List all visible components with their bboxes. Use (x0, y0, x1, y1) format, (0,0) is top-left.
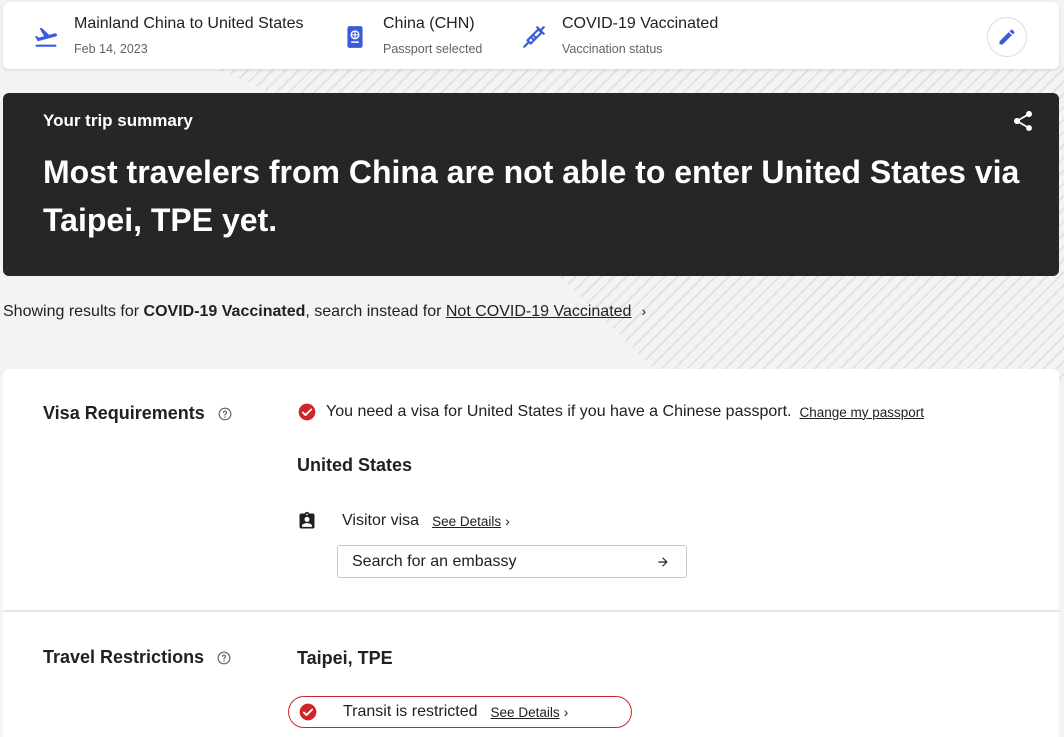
chevron-right-icon: › (641, 303, 647, 319)
chevron-right-icon: › (505, 513, 510, 529)
visitor-visa-row: Visitor visa See Details › (297, 510, 510, 532)
visa-alert: You need a visa for United States if you… (297, 402, 924, 422)
clipboard-person-icon (299, 511, 315, 529)
help-icon[interactable] (217, 651, 231, 665)
trip-info-bar: Mainland China to United States Feb 14, … (3, 2, 1059, 69)
embassy-search-field[interactable]: Search for an embassy (337, 545, 687, 578)
check-circle-icon (299, 703, 317, 721)
passport-subtitle: Passport selected (383, 42, 483, 56)
trip-summary-panel: Your trip summary Most travelers from Ch… (3, 93, 1059, 276)
transit-airport: Taipei, TPE (297, 648, 393, 668)
results-prefix: Showing results for (3, 303, 144, 320)
requirements-card: Visa Requirements You need a visa for Un… (3, 369, 1059, 737)
destination-country: United States (297, 455, 413, 475)
change-passport-link[interactable]: Change my passport (799, 405, 924, 420)
visa-see-details-link[interactable]: See Details (432, 514, 501, 529)
results-filter-line: Showing results for COVID-19 Vaccinated,… (3, 303, 646, 321)
arrow-right-icon (658, 556, 668, 567)
visa-requirements-title: Visa Requirements (43, 403, 205, 423)
vaccine-syringe-icon (523, 26, 545, 48)
summary-headline: Most travelers from China are not able t… (43, 154, 1020, 238)
route-title: Mainland China to United States (74, 15, 304, 32)
edit-trip-button[interactable] (987, 17, 1027, 57)
visa-alert-text: You need a visa for United States if you… (326, 403, 792, 420)
share-icon[interactable] (1011, 109, 1035, 133)
visa-type: Visitor visa (342, 512, 420, 529)
vaccination-title: COVID-19 Vaccinated (562, 15, 719, 32)
transit-see-details-link[interactable]: See Details (491, 705, 560, 720)
vaccination-subtitle: Vaccination status (562, 42, 663, 56)
section-divider (3, 610, 1059, 612)
flight-takeoff-icon (34, 27, 57, 47)
pencil-icon (999, 29, 1015, 45)
passport-icon (347, 26, 363, 48)
chevron-right-icon: › (563, 704, 569, 720)
visa-requirements-heading: Visa Requirements (43, 403, 232, 424)
embassy-search-placeholder: Search for an embassy (352, 552, 517, 570)
summary-label: Your trip summary (43, 111, 193, 130)
check-circle-icon (298, 403, 316, 421)
alternative-filter-link[interactable]: Not COVID-19 Vaccinated (446, 303, 632, 320)
transit-status-text: Transit is restricted (343, 703, 478, 720)
transit-status-pill: Transit is restricted See Details › (288, 696, 632, 728)
help-icon[interactable] (218, 407, 232, 421)
travel-restrictions-title: Travel Restrictions (43, 647, 205, 667)
travel-restrictions-heading: Travel Restrictions (43, 647, 231, 668)
passport-title: China (CHN) (383, 15, 475, 32)
results-middle: , search instead for (305, 303, 446, 320)
current-filter: COVID-19 Vaccinated (143, 303, 306, 320)
travel-date: Feb 14, 2023 (74, 42, 148, 56)
